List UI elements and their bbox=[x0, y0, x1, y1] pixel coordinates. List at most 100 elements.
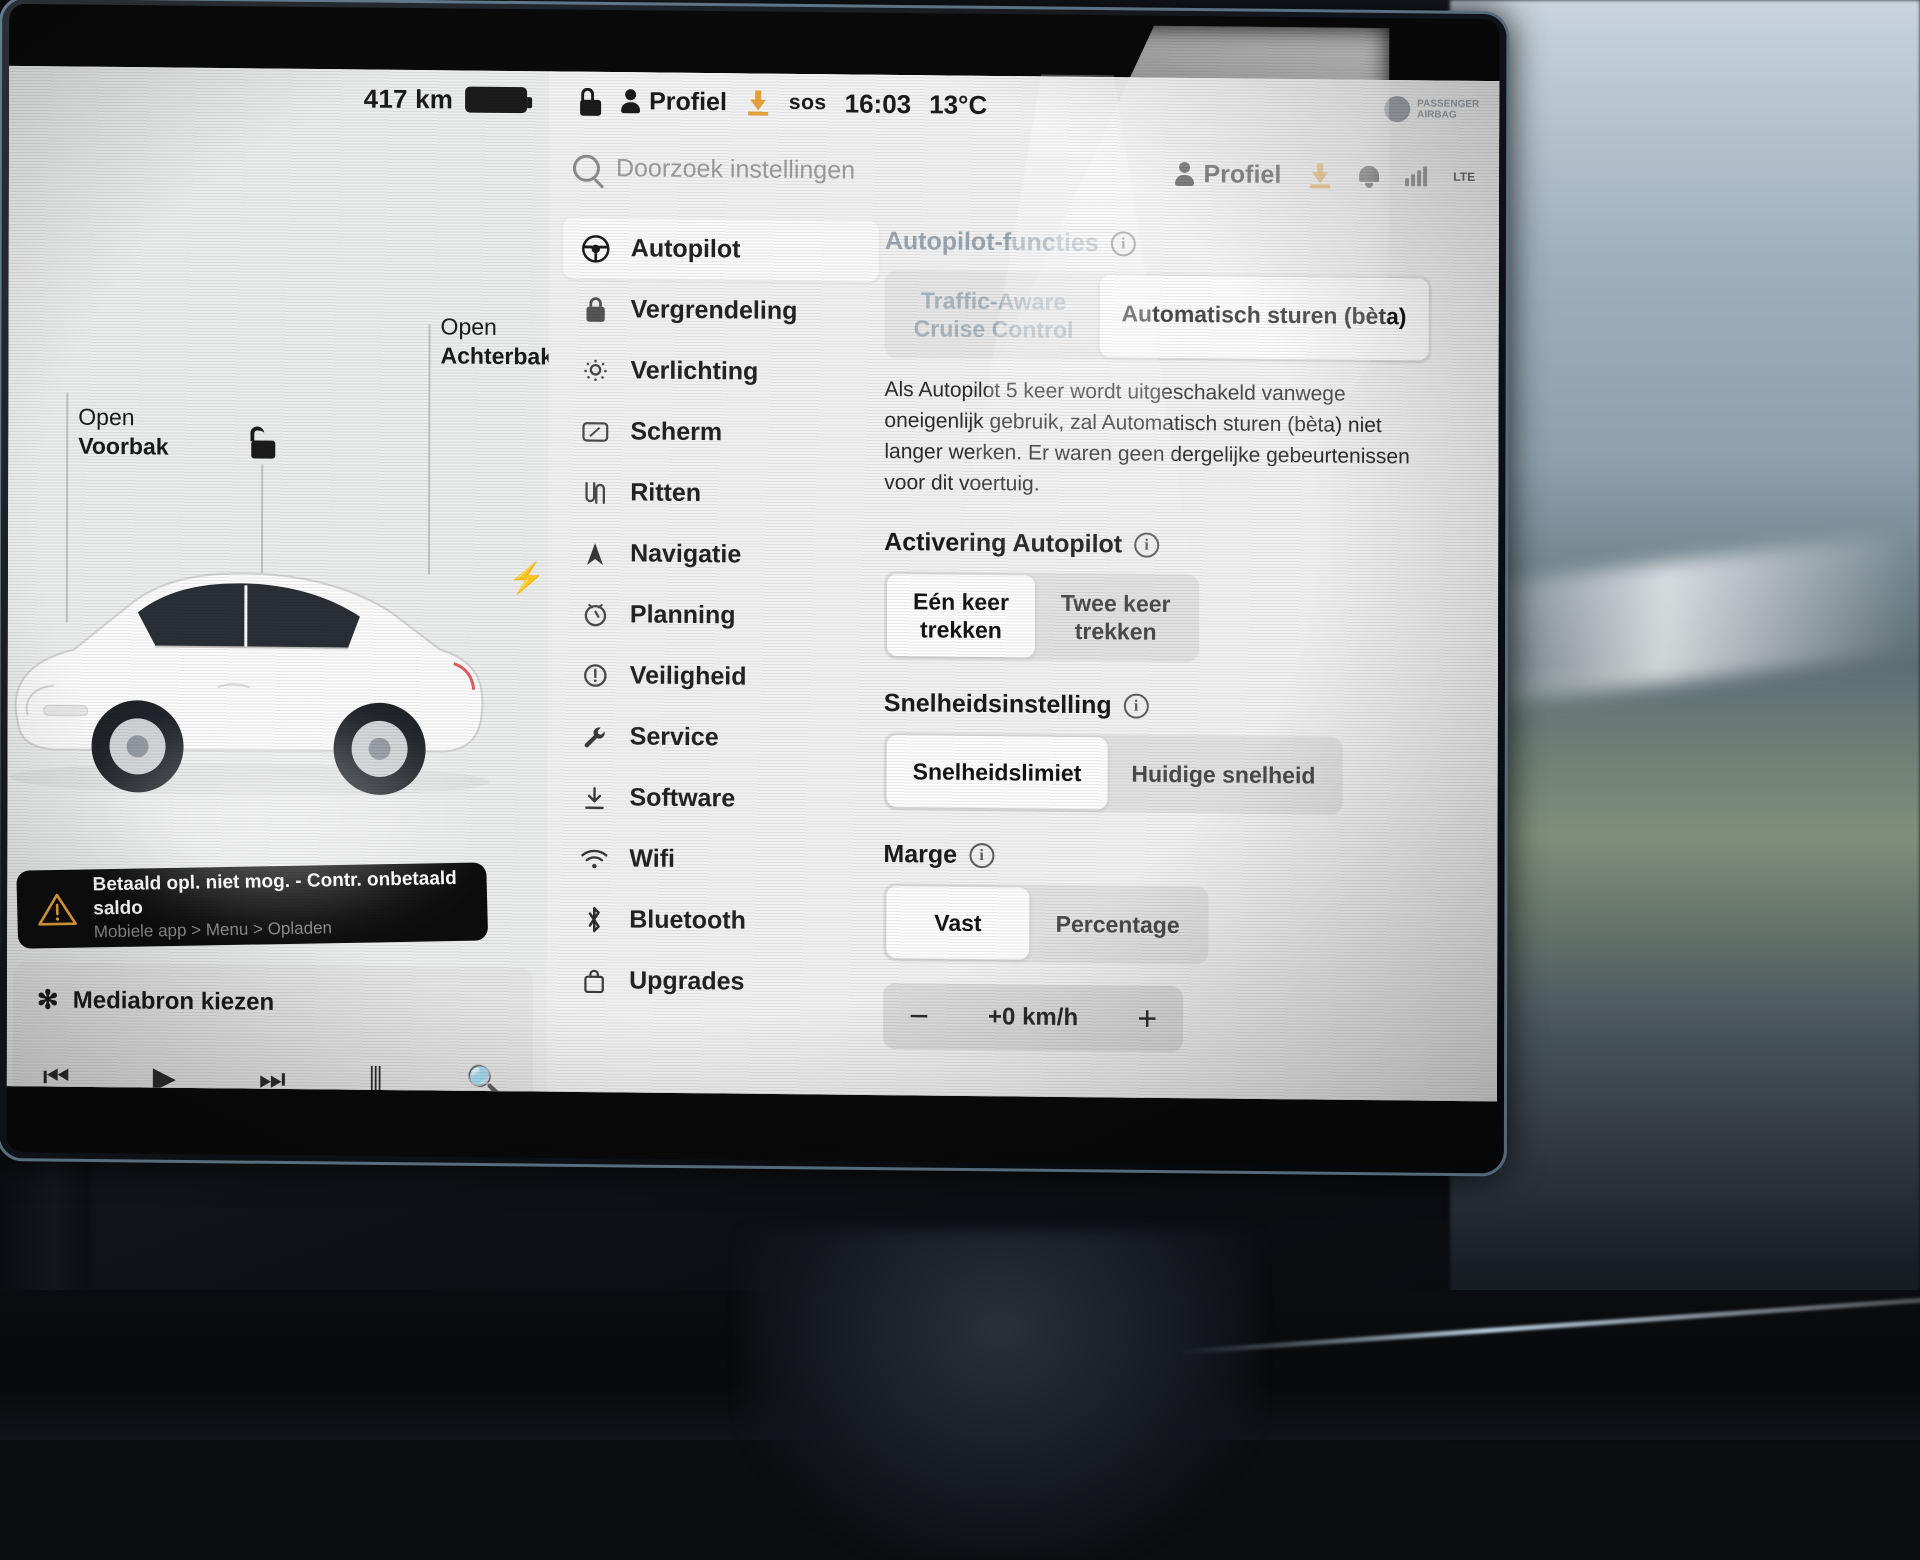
option-one-pull[interactable]: Eén keer trekken bbox=[887, 574, 1035, 658]
sidebar-item-service[interactable]: Service bbox=[562, 706, 878, 770]
one-pull-line2: trekken bbox=[920, 616, 1002, 643]
play-icon[interactable]: ▶ bbox=[153, 1061, 176, 1092]
search-icon bbox=[573, 154, 600, 181]
panel-top-right-icons: Profiel LTE bbox=[1175, 159, 1475, 191]
unlock-icon[interactable] bbox=[577, 86, 603, 116]
option-current-speed[interactable]: Huidige snelheid bbox=[1107, 737, 1339, 811]
activation-header: Activering Autopilot i bbox=[884, 528, 1472, 563]
margin-header: Marge i bbox=[883, 840, 1471, 875]
sidebar-item-upgrades[interactable]: Upgrades bbox=[561, 950, 877, 1014]
sidebar-item-label: Planning bbox=[630, 600, 736, 630]
lte-label: LTE bbox=[1453, 170, 1475, 184]
media-source-label: Mediabron kiezen bbox=[73, 986, 274, 1016]
schedule-clock-icon bbox=[580, 601, 610, 628]
option-two-pull[interactable]: Twee keer trekken bbox=[1035, 576, 1197, 660]
info-icon[interactable]: i bbox=[969, 843, 994, 868]
tesla-touchscreen: 417 km Profiel sos 16:03 13°C bbox=[7, 4, 1570, 1200]
unlock-icon[interactable] bbox=[248, 426, 276, 458]
lock-icon bbox=[581, 295, 611, 323]
front-trunk-label[interactable]: Open Voorbak bbox=[78, 403, 168, 462]
safety-alert-icon bbox=[580, 662, 610, 689]
margin-value: +0 km/h bbox=[988, 1003, 1078, 1032]
sidebar-item-label: Service bbox=[630, 722, 719, 752]
download-icon bbox=[579, 784, 609, 810]
media-source-button[interactable]: ✻ Mediabron kiezen bbox=[37, 984, 509, 1020]
tacc-line1: Traffic-Aware bbox=[921, 287, 1066, 315]
autopilot-functions-description: Als Autopilot 5 keer wordt uitgeschakeld… bbox=[884, 374, 1444, 504]
wrench-icon bbox=[580, 723, 610, 749]
info-icon[interactable]: i bbox=[1134, 533, 1159, 558]
outside-temperature: 13°C bbox=[929, 89, 987, 121]
vehicle-illustration[interactable] bbox=[7, 509, 508, 814]
speed-setting-segmented-control[interactable]: Snelheidslimiet Huidige snelheid bbox=[884, 732, 1343, 815]
autopilot-functions-header: Autopilot-functies i bbox=[885, 227, 1473, 262]
settings-sidebar: Autopilot Vergrendeling bbox=[547, 205, 879, 1079]
sidebar-item-label: Autopilot bbox=[631, 234, 741, 264]
search-input[interactable]: Doorzoek instellingen bbox=[616, 154, 855, 185]
software-download-icon[interactable] bbox=[1307, 162, 1333, 188]
bluetooth-icon bbox=[579, 905, 609, 933]
rear-trunk-label[interactable]: Open Achterbak bbox=[440, 312, 549, 371]
info-icon[interactable]: i bbox=[1111, 231, 1136, 256]
activation-title: Activering Autopilot bbox=[884, 528, 1122, 559]
sidebar-item-software[interactable]: Software bbox=[561, 767, 877, 831]
warning-triangle-icon bbox=[37, 891, 78, 927]
steering-wheel-blur bbox=[740, 1230, 1260, 1560]
sos-button[interactable]: sos bbox=[789, 91, 827, 115]
equalizer-icon[interactable]: ⫼ bbox=[369, 1063, 383, 1091]
option-fixed[interactable]: Vast bbox=[886, 886, 1030, 959]
margin-title: Marge bbox=[883, 840, 957, 870]
sidebar-item-verlichting[interactable]: Verlichting bbox=[562, 340, 878, 404]
range-readout: 417 km bbox=[364, 83, 453, 115]
margin-stepper[interactable]: − +0 km/h + bbox=[883, 983, 1183, 1052]
person-icon bbox=[621, 89, 640, 113]
charge-bolt-icon[interactable]: ⚡ bbox=[508, 561, 545, 596]
option-speed-limit[interactable]: Snelheidslimiet bbox=[887, 735, 1108, 809]
passenger-airbag-indicator: PASSENGER AIRBAG bbox=[1384, 96, 1479, 123]
activation-segmented-control[interactable]: Eén keer trekken Twee keer trekken bbox=[884, 571, 1200, 662]
photo-environment: 417 km Profiel sos 16:03 13°C bbox=[0, 0, 1920, 1440]
tesla-ui: 417 km Profiel sos 16:03 13°C bbox=[7, 66, 1500, 1102]
person-icon bbox=[1175, 162, 1194, 186]
margin-block: Marge i Vast Percentage − +0 km/h bbox=[883, 840, 1472, 1055]
software-download-icon[interactable] bbox=[745, 89, 771, 115]
notification-toast[interactable]: Betaald opl. niet mog. - Contr. onbetaal… bbox=[16, 862, 488, 948]
settings-search-row[interactable]: Doorzoek instellingen Profiel LTE bbox=[549, 129, 1499, 215]
panel-profile-button[interactable]: Profiel bbox=[1175, 159, 1281, 189]
autopilot-functions-title: Autopilot-functies bbox=[885, 227, 1099, 258]
media-search-icon[interactable]: 🔍 bbox=[465, 1064, 502, 1092]
autopilot-settings-content: Autopilot-functies i Traffic-Aware Cruis… bbox=[877, 209, 1499, 1086]
driver-temperature[interactable]: 22.0 bbox=[233, 1164, 299, 1168]
car-status-bar: 417 km bbox=[9, 66, 549, 130]
sidebar-item-planning[interactable]: Planning bbox=[562, 584, 878, 648]
info-icon[interactable]: i bbox=[1124, 693, 1149, 718]
option-percentage[interactable]: Percentage bbox=[1030, 888, 1206, 962]
sidebar-item-vergrendeling[interactable]: Vergrendeling bbox=[563, 279, 879, 343]
previous-track-icon[interactable]: ⏮ bbox=[43, 1060, 70, 1092]
profile-button[interactable]: Profiel bbox=[621, 87, 727, 117]
sidebar-item-bluetooth[interactable]: Bluetooth bbox=[561, 889, 877, 953]
sidebar-item-ritten[interactable]: Ritten bbox=[562, 462, 878, 526]
margin-segmented-control[interactable]: Vast Percentage bbox=[883, 883, 1209, 964]
airbag-line1: PASSENGER bbox=[1417, 98, 1479, 110]
sidebar-item-label: Scherm bbox=[630, 417, 722, 447]
sidebar-item-autopilot[interactable]: Autopilot bbox=[563, 218, 879, 282]
airbag-icon bbox=[1384, 96, 1410, 122]
sidebar-item-navigatie[interactable]: Navigatie bbox=[562, 523, 878, 587]
margin-increase-button[interactable]: + bbox=[1137, 1002, 1157, 1036]
sidebar-item-label: Vergrendeling bbox=[631, 295, 798, 326]
sidebar-item-label: Software bbox=[629, 783, 735, 813]
sidebar-item-scherm[interactable]: Scherm bbox=[562, 401, 878, 465]
profile-label: Profiel bbox=[649, 87, 727, 117]
autopilot-functions-segmented-control[interactable]: Traffic-Aware Cruise Control Automatisch… bbox=[885, 270, 1432, 364]
two-pull-line2: trekken bbox=[1075, 618, 1157, 645]
next-track-icon[interactable]: ⏭ bbox=[259, 1062, 286, 1091]
brightness-icon bbox=[580, 356, 610, 384]
sidebar-item-wifi[interactable]: Wifi bbox=[561, 828, 877, 892]
option-autosteer-beta[interactable]: Automatisch sturen (bèta) bbox=[1099, 275, 1428, 360]
option-traffic-aware-cruise-control[interactable]: Traffic-Aware Cruise Control bbox=[888, 273, 1100, 357]
notifications-icon[interactable] bbox=[1359, 164, 1379, 188]
sidebar-item-veiligheid[interactable]: Veiligheid bbox=[562, 645, 878, 709]
margin-decrease-button[interactable]: − bbox=[909, 999, 929, 1033]
two-pull-line1: Twee keer bbox=[1061, 590, 1171, 617]
